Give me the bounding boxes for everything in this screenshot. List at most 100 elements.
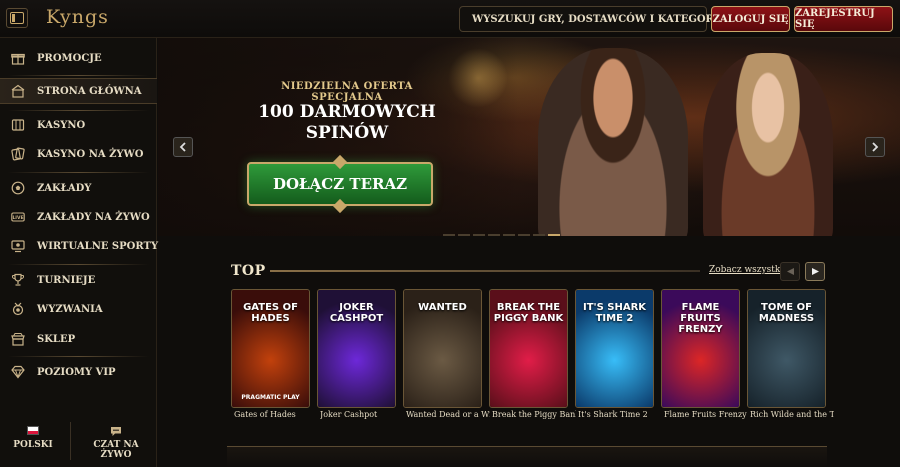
sidebar-item-turnieje[interactable]: TURNIEJE <box>0 267 157 293</box>
arrow-left-icon <box>786 268 794 275</box>
sidebar-item-label: WIRTUALNE SPORTY <box>37 240 159 252</box>
monitor-icon <box>11 239 25 253</box>
hero-banner[interactable]: NIEDZIELNA OFERTA SPECJALNA 100 DARMOWYC… <box>158 38 900 236</box>
slide-dot[interactable] <box>548 234 560 236</box>
game-name[interactable]: Flame Fruits Frenzy <box>664 410 748 419</box>
slide-dot[interactable] <box>443 234 455 236</box>
gift-icon <box>11 51 25 65</box>
game-thumbnail-title: JOKER CASHPOT <box>329 302 384 324</box>
games-next-button[interactable] <box>805 262 825 281</box>
language-label: POLSKI <box>13 440 53 450</box>
hero-prev-button[interactable] <box>173 137 193 157</box>
sidebar-toggle-icon <box>10 12 24 24</box>
chevron-right-icon <box>872 142 879 152</box>
sidebar-item-label: KASYNO NA ŻYWO <box>37 148 144 160</box>
sidebar-item-label: WYZWANIA <box>37 303 103 315</box>
logo[interactable]: Kyngs <box>46 6 109 28</box>
sidebar-item-promocje[interactable]: PROMOCJE <box>0 45 157 71</box>
sidebar-item-wyzwania[interactable]: WYZWANIA <box>0 296 157 322</box>
hero-kicker: NIEDZIELNA OFERTA SPECJALNA <box>281 81 413 103</box>
sidebar-item-label: SKLEP <box>37 333 76 345</box>
game-name[interactable]: Wanted Dead or a Wild <box>406 410 490 419</box>
trophy-icon <box>11 273 25 287</box>
sidebar-item-label: STRONA GŁÓWNA <box>37 85 142 97</box>
divider <box>70 422 71 460</box>
sidebar-item-label: PROMOCJE <box>37 52 102 64</box>
search-input[interactable]: WYSZUKUJ GRY, DOSTAWCÓW I KATEGORIE <box>459 6 726 32</box>
casino-icon <box>11 118 25 132</box>
see-all-link[interactable]: Zobacz wszystko <box>709 265 786 275</box>
queen-character-image <box>703 53 833 236</box>
hero-title-line1: 100 DARMOWYCH <box>258 102 436 122</box>
game-tile[interactable]: IT'S SHARK TIME 2 <box>575 289 654 408</box>
sidebar: PROMOCJE STRONA GŁÓWNA KASYNO KASYNO NA … <box>0 38 159 467</box>
search-placeholder: WYSZUKUJ GRY, DOSTAWCÓW I KATEGORIE <box>472 13 727 25</box>
game-provider: PRAGMATIC PLAY <box>241 394 300 401</box>
game-thumbnail-title: GATES OF HADES <box>243 302 298 324</box>
chevron-left-icon <box>179 142 186 152</box>
register-button[interactable]: ZAREJESTRUJ SIĘ <box>794 6 893 32</box>
sidebar-item-label: ZAKŁADY NA ŻYWO <box>37 211 150 223</box>
slide-dot[interactable] <box>518 234 530 236</box>
game-name[interactable]: Break the Piggy Bank <box>492 410 576 419</box>
arrow-right-icon <box>811 268 819 275</box>
game-tile[interactable]: WANTED <box>403 289 482 408</box>
game-name[interactable]: Joker Cashpot <box>320 410 404 419</box>
next-section-edge <box>227 446 827 467</box>
sidebar-item-zaklady-na-zywo[interactable]: LIVE ZAKŁADY NA ŻYWO <box>0 204 157 230</box>
sidebar-item-wirtualne-sporty[interactable]: WIRTUALNE SPORTY <box>0 233 159 259</box>
king-character-image <box>538 48 688 236</box>
game-thumbnail-title: IT'S SHARK TIME 2 <box>582 302 647 324</box>
soccer-ball-icon <box>11 181 25 195</box>
hero-title-line2: SPINÓW <box>305 123 389 143</box>
slide-dot[interactable] <box>473 234 485 236</box>
game-tile[interactable]: GATES OF HADES PRAGMATIC PLAY <box>231 289 310 408</box>
game-name[interactable]: Gates of Hades <box>234 410 318 419</box>
svg-text:LIVE: LIVE <box>12 215 23 221</box>
sidebar-item-label: ZAKŁADY <box>37 182 92 194</box>
games-prev-button[interactable] <box>780 262 800 281</box>
cards-icon <box>11 147 25 161</box>
sidebar-item-poziomy-vip[interactable]: POZIOMY VIP <box>0 359 157 385</box>
sidebar-item-zaklady[interactable]: ZAKŁADY <box>0 175 157 201</box>
sidebar-item-label: TURNIEJE <box>37 274 96 286</box>
slide-dot[interactable] <box>488 234 500 236</box>
divider <box>8 356 149 357</box>
sidebar-item-label: KASYNO <box>37 119 86 131</box>
section-divider <box>270 270 700 272</box>
game-tile[interactable]: JOKER CASHPOT <box>317 289 396 408</box>
divider <box>8 110 149 111</box>
slide-dot[interactable] <box>458 234 470 236</box>
live-icon: LIVE <box>11 210 25 224</box>
divider <box>8 172 149 173</box>
game-tile[interactable]: FLAME FRUITS FRENZY <box>661 289 740 408</box>
diamond-icon <box>11 365 25 379</box>
sidebar-item-kasyno-na-zywo[interactable]: KASYNO NA ŻYWO <box>0 141 157 167</box>
game-thumbnail-title: BREAK THE PIGGY BANK <box>493 302 564 324</box>
game-thumbnail-title: WANTED <box>418 302 467 313</box>
chat-bubble-icon <box>111 427 121 436</box>
poland-flag-icon <box>27 426 39 435</box>
game-thumbnail-title: FLAME FRUITS FRENZY <box>678 302 723 335</box>
login-button[interactable]: ZALOGUJ SIĘ <box>711 6 790 32</box>
sidebar-item-sklep[interactable]: SKLEP <box>0 326 157 352</box>
sidebar-footer: POLSKI CZAT NA ŻYWO <box>0 422 157 467</box>
medal-icon <box>11 302 25 316</box>
game-tile[interactable]: TOME OF MADNESS <box>747 289 826 408</box>
sidebar-item-strona-glowna[interactable]: STRONA GŁÓWNA <box>0 78 157 104</box>
game-tile[interactable]: BREAK THE PIGGY BANK <box>489 289 568 408</box>
divider <box>8 264 149 265</box>
slide-dot[interactable] <box>503 234 515 236</box>
sidebar-toggle-button[interactable] <box>6 8 28 28</box>
section-title: TOP <box>231 263 266 279</box>
join-now-button[interactable]: DOŁĄCZ TERAZ <box>247 162 433 206</box>
language-selector[interactable]: POLSKI <box>8 426 58 450</box>
top-header: Kyngs WYSZUKUJ GRY, DOSTAWCÓW I KATEGORI… <box>0 0 900 38</box>
game-name[interactable]: It's Shark Time 2 <box>578 410 662 419</box>
shop-icon <box>11 332 25 346</box>
live-chat-button[interactable]: CZAT NA ŻYWO <box>78 426 154 460</box>
game-name[interactable]: Rich Wilde and the Tome of Madness <box>750 410 834 419</box>
slide-dot[interactable] <box>533 234 545 236</box>
hero-next-button[interactable] <box>865 137 885 157</box>
sidebar-item-kasyno[interactable]: KASYNO <box>0 112 157 138</box>
